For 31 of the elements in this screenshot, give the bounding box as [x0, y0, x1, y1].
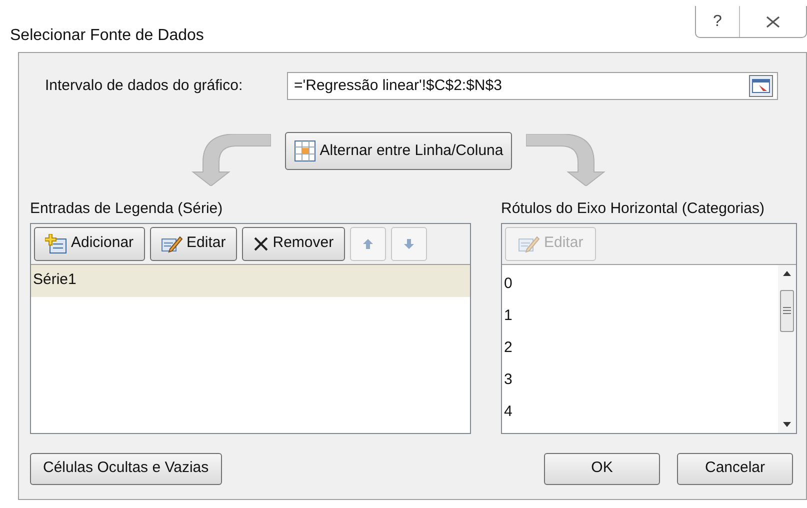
add-button[interactable]: Adicionar	[34, 226, 145, 260]
switch-row-column-button[interactable]: Alternar entre Linha/Coluna	[284, 132, 512, 170]
category-item[interactable]: 1	[502, 300, 778, 332]
down-arrow-icon	[402, 238, 415, 250]
range-label: Intervalo de dados do gráfico:	[45, 76, 244, 96]
range-field[interactable]: ='Regressão linear'!$C$2:$N$3	[287, 72, 778, 100]
series-item[interactable]: Série1	[31, 264, 470, 296]
close-icon	[252, 236, 269, 252]
up-arrow-icon	[362, 238, 374, 250]
series-heading: Entradas de Legenda (Série)	[30, 199, 224, 219]
category-item[interactable]: 2	[502, 332, 778, 364]
scroll-down-icon	[783, 422, 791, 426]
cancel-button[interactable]: Cancelar	[677, 452, 793, 484]
categories-heading: Rótulos do Eixo Horizontal (Categorias)	[501, 199, 766, 219]
grip-icon	[783, 307, 791, 314]
close-icon	[766, 16, 780, 28]
scroll-up-icon	[783, 270, 791, 276]
ok-button[interactable]: OK	[544, 452, 660, 484]
add-list-icon	[45, 234, 67, 254]
edit-button[interactable]: Editar	[150, 226, 237, 260]
range-select-icon	[752, 79, 770, 93]
remove-button[interactable]: Remover	[242, 226, 345, 260]
window-title: Selecionar Fonte de Dados	[10, 26, 204, 46]
scroll-thumb[interactable]	[780, 290, 794, 332]
category-item[interactable]: 3	[502, 364, 778, 396]
category-item[interactable]: 0	[502, 268, 778, 300]
table-swap-icon	[294, 140, 316, 162]
scrollbar[interactable]	[778, 264, 796, 432]
category-item[interactable]: 4	[502, 396, 778, 428]
collapse-dialog-button[interactable]	[749, 75, 773, 97]
hidden-cells-button[interactable]: Células Ocultas e Vazias	[30, 452, 222, 484]
